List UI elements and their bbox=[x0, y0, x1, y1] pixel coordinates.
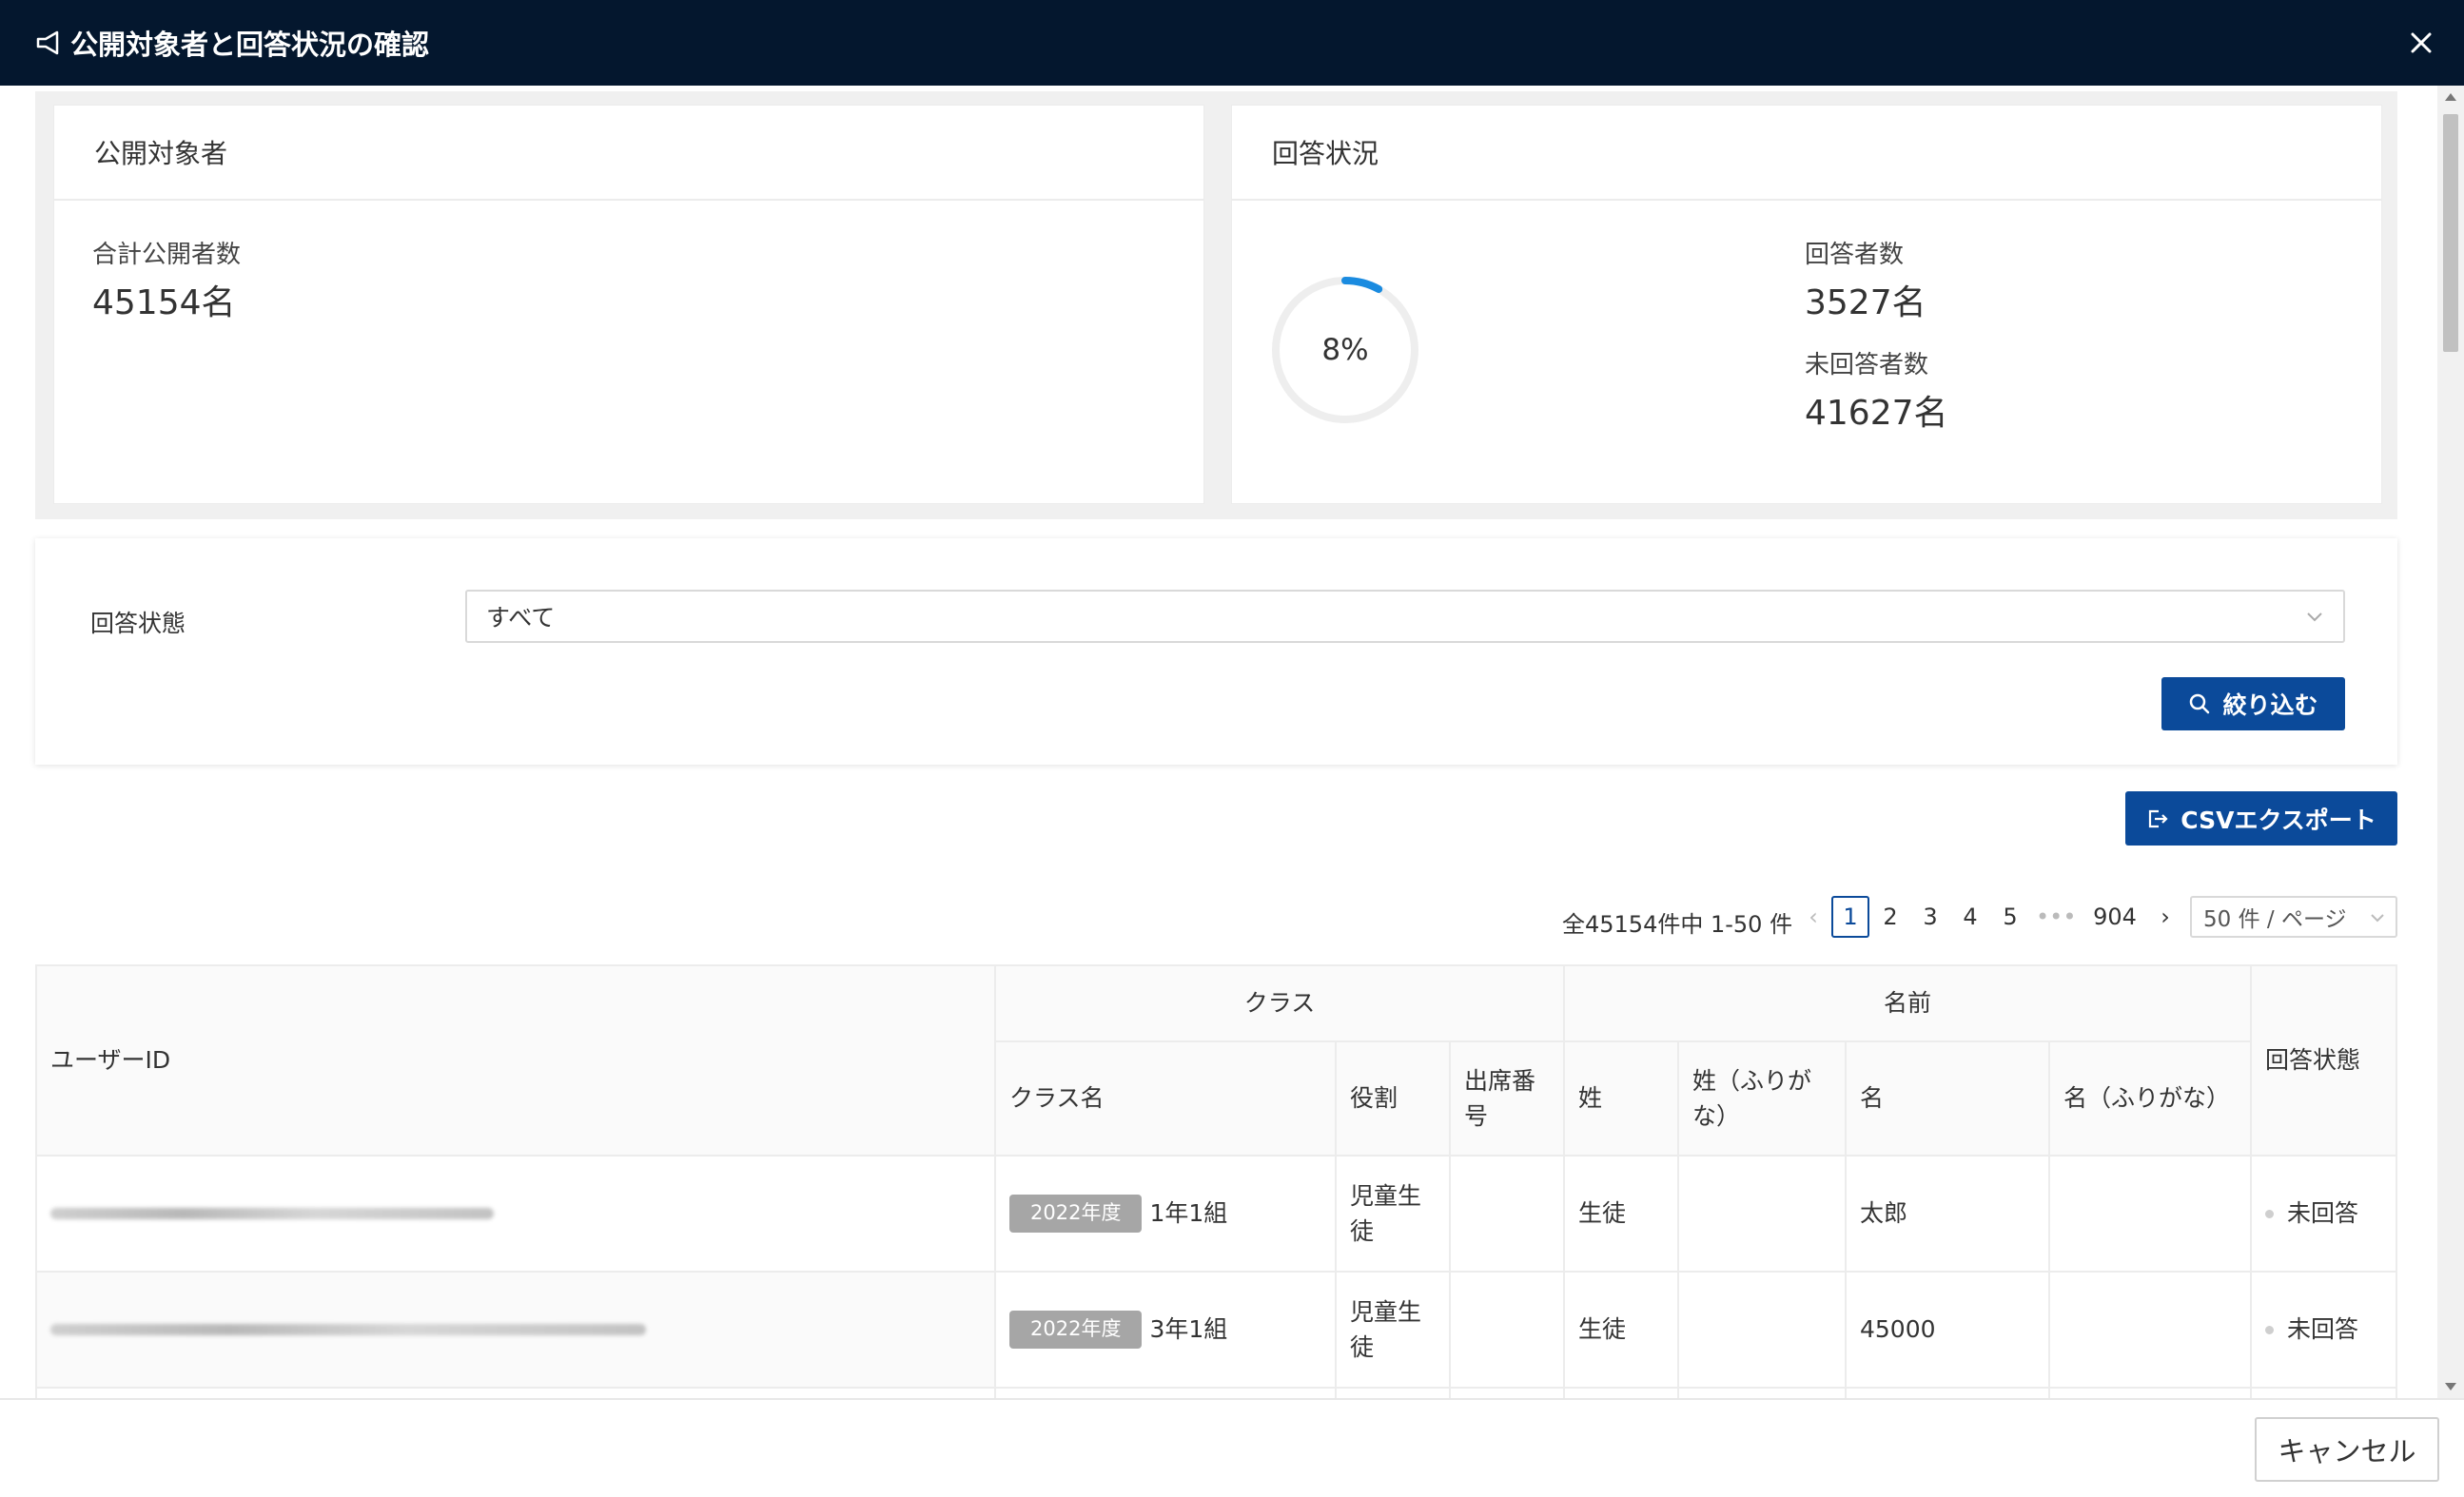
filter-panel: 回答状態 すべて 絞り込む bbox=[35, 538, 2397, 765]
megaphone-icon bbox=[36, 30, 59, 55]
table-row-user-id bbox=[35, 1157, 996, 1273]
filter-button-label: 絞り込む bbox=[2222, 691, 2318, 719]
prev-page-icon[interactable]: ‹ bbox=[1794, 896, 1832, 938]
header-first-name-kana: 名（ふりがな） bbox=[2050, 1042, 2252, 1157]
table-row-partial bbox=[1847, 1389, 2050, 1398]
response-rate-donut: 8% bbox=[1272, 277, 1418, 423]
table-row-partial bbox=[2050, 1389, 2252, 1398]
table-row-attendance-no bbox=[1451, 1273, 1565, 1389]
redacted-user-id bbox=[50, 1208, 494, 1219]
respondents-label: 回答者数 bbox=[1805, 241, 1905, 269]
csv-export-button[interactable]: CSVエクスポート bbox=[2125, 791, 2397, 846]
table-row-partial bbox=[1679, 1389, 1847, 1398]
total-target-value: 45154名 bbox=[92, 283, 236, 322]
header-status: 回答状態 bbox=[2252, 964, 2397, 1157]
csv-export-label: CSVエクスポート bbox=[2180, 806, 2376, 834]
scroll-up-icon[interactable] bbox=[2445, 93, 2456, 101]
year-tag: 2022年度 bbox=[1009, 1195, 1143, 1233]
header-attendance-no: 出席番号 bbox=[1451, 1042, 1565, 1157]
page-2[interactable]: 2 bbox=[1871, 896, 1909, 938]
page-last[interactable]: 904 bbox=[2089, 896, 2141, 938]
non-respondents-label: 未回答者数 bbox=[1805, 351, 1929, 379]
table-row-partial bbox=[1565, 1389, 1679, 1398]
dialog-footer: キャンセル bbox=[0, 1398, 2464, 1497]
response-status-selected-value: すべて bbox=[486, 604, 556, 632]
pagination-total: 全45154件中 1-50 件 bbox=[1562, 911, 1793, 938]
header-last-name: 姓 bbox=[1565, 1042, 1679, 1157]
table-row-partial bbox=[996, 1389, 1337, 1398]
status-text: 未回答 bbox=[2287, 1315, 2359, 1344]
dialog-titlebar: 公開対象者と回答状況の確認 bbox=[0, 0, 2464, 86]
table-row-class-name: 2022年度 1年1組 bbox=[996, 1157, 1337, 1273]
table-row-last-name-kana bbox=[1679, 1273, 1847, 1389]
respondents-value: 3527名 bbox=[1805, 283, 1926, 322]
class-name-text: 1年1組 bbox=[1149, 1199, 1228, 1228]
close-icon[interactable] bbox=[2401, 23, 2441, 63]
header-role: 役割 bbox=[1337, 1042, 1451, 1157]
header-last-name-kana: 姓（ふりがな） bbox=[1679, 1042, 1847, 1157]
response-rate-text: 8% bbox=[1321, 333, 1368, 367]
page-5[interactable]: 5 bbox=[1991, 896, 2029, 938]
search-icon bbox=[2190, 693, 2210, 714]
header-class-name: クラス名 bbox=[996, 1042, 1337, 1157]
table-row-class-name: 2022年度 3年1組 bbox=[996, 1273, 1337, 1389]
table-row-last-name-kana bbox=[1679, 1157, 1847, 1273]
status-dot-icon bbox=[2265, 1325, 2274, 1334]
header-class-group: クラス bbox=[996, 964, 1565, 1042]
vertical-scrollbar[interactable] bbox=[2437, 86, 2464, 1398]
next-page-icon[interactable]: › bbox=[2146, 896, 2184, 938]
class-name-text: 3年1組 bbox=[1149, 1315, 1228, 1344]
year-tag: 2022年度 bbox=[1009, 1311, 1143, 1349]
table-row-first-name-kana bbox=[2050, 1273, 2252, 1389]
table-row-role: 児童生徒 bbox=[1337, 1273, 1451, 1389]
response-status-filter-label: 回答状態 bbox=[90, 610, 186, 637]
page-3[interactable]: 3 bbox=[1911, 896, 1949, 938]
total-target-label: 合計公開者数 bbox=[92, 241, 242, 269]
status-card-heading: 回答状況 bbox=[1232, 106, 2381, 201]
cancel-button[interactable]: キャンセル bbox=[2255, 1417, 2439, 1482]
page-ellipsis[interactable]: ••• bbox=[2036, 896, 2076, 938]
scrollbar-thumb[interactable] bbox=[2443, 114, 2458, 352]
redacted-user-id bbox=[50, 1324, 646, 1335]
target-summary-card: 公開対象者 合計公開者数 45154名 bbox=[53, 105, 1204, 504]
response-status-select[interactable]: すべて bbox=[465, 590, 2345, 643]
dialog-title: 公開対象者と回答状況の確認 bbox=[70, 29, 430, 61]
filter-button[interactable]: 絞り込む bbox=[2161, 677, 2345, 730]
table-row-attendance-no bbox=[1451, 1157, 1565, 1273]
page-size-select[interactable]: 50 件 / ページ bbox=[2190, 896, 2397, 938]
table-row-status: 未回答 bbox=[2252, 1157, 2397, 1273]
table-row-partial bbox=[35, 1389, 996, 1398]
table-row-last-name: 生徒 bbox=[1565, 1273, 1679, 1389]
table-row-last-name: 生徒 bbox=[1565, 1157, 1679, 1273]
table-row-first-name: 太郎 bbox=[1847, 1157, 2050, 1273]
dialog-content[interactable]: 公開対象者 合計公開者数 45154名 回答状況 回答者数 3527名 未回答者… bbox=[0, 86, 2464, 1398]
chevron-down-icon bbox=[2307, 612, 2322, 622]
header-first-name: 名 bbox=[1847, 1042, 2050, 1157]
table-row-partial bbox=[2252, 1389, 2397, 1398]
table-row-role: 児童生徒 bbox=[1337, 1157, 1451, 1273]
page-4[interactable]: 4 bbox=[1951, 896, 1989, 938]
chevron-down-icon bbox=[2371, 914, 2384, 923]
table-row-user-id bbox=[35, 1273, 996, 1389]
target-card-heading: 公開対象者 bbox=[54, 106, 1203, 201]
page-size-value: 50 件 / ページ bbox=[2203, 907, 2347, 932]
table-row-first-name-kana bbox=[2050, 1157, 2252, 1273]
non-respondents-value: 41627名 bbox=[1805, 394, 1948, 433]
status-dot-icon bbox=[2265, 1209, 2274, 1218]
page-1[interactable]: 1 bbox=[1831, 896, 1869, 938]
status-text: 未回答 bbox=[2287, 1199, 2359, 1228]
table-row-partial bbox=[1337, 1389, 1451, 1398]
scroll-down-icon[interactable] bbox=[2445, 1383, 2456, 1390]
header-user-id: ユーザーID bbox=[35, 964, 996, 1157]
table-row-first-name: 45000 bbox=[1847, 1273, 2050, 1389]
table-row-partial bbox=[1451, 1389, 1565, 1398]
header-name-group: 名前 bbox=[1565, 964, 2252, 1042]
table-row-status: 未回答 bbox=[2252, 1273, 2397, 1389]
export-icon bbox=[2149, 809, 2168, 827]
